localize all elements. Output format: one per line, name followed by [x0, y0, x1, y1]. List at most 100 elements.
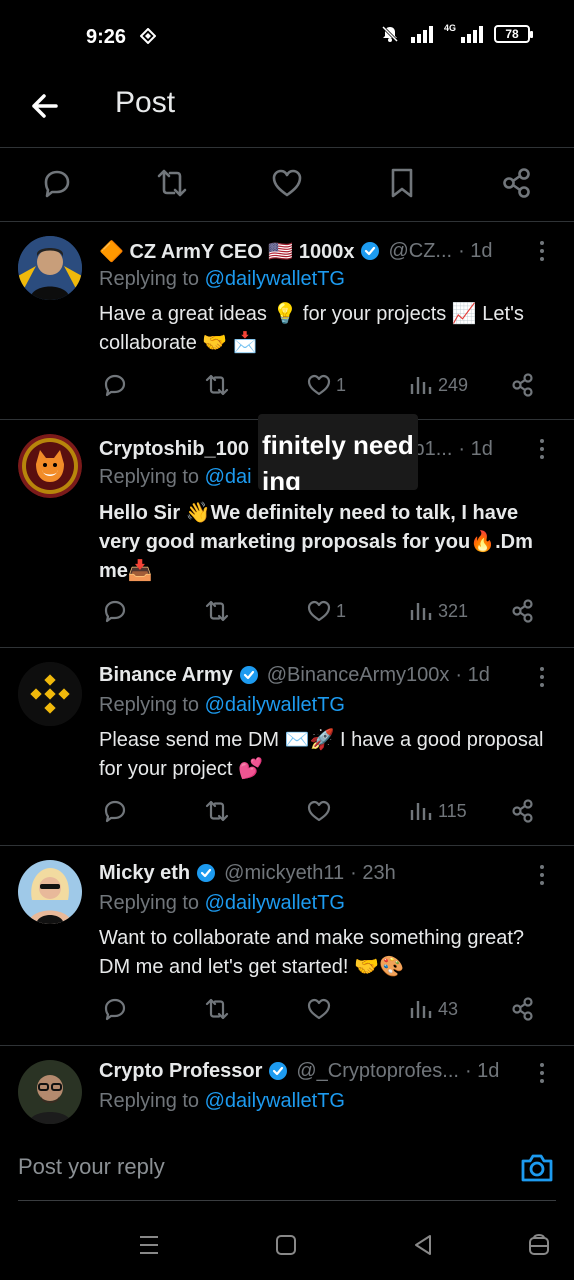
- views-icon: [410, 803, 432, 820]
- back-arrow-icon[interactable]: [26, 86, 66, 126]
- post-action-bar: [0, 148, 574, 222]
- display-name[interactable]: 🔶 CZ ArmY CEO 🇺🇸 1000x: [99, 239, 354, 264]
- network-type-label: 4G: [443, 23, 456, 33]
- handle[interactable]: @CZ...: [388, 240, 452, 263]
- camera-icon[interactable]: [520, 1152, 554, 1184]
- retweet-button[interactable]: [204, 798, 230, 824]
- display-name[interactable]: Micky eth: [99, 862, 190, 885]
- views-button[interactable]: 321: [408, 598, 468, 624]
- status-right: 4G 78: [380, 23, 533, 44]
- views-button[interactable]: 43: [408, 996, 458, 1022]
- accessibility-icon[interactable]: [526, 1232, 552, 1258]
- share-icon: [512, 373, 533, 397]
- reply-header: Micky eth @mickyeth11 · 23h: [99, 858, 530, 888]
- like-button[interactable]: 1: [306, 372, 346, 398]
- retweet-icon: [205, 998, 229, 1020]
- avatar[interactable]: [18, 236, 82, 300]
- diamond-icon: [140, 28, 156, 44]
- display-name[interactable]: Crypto Professor: [99, 1060, 262, 1083]
- menu-icon[interactable]: [136, 1232, 162, 1258]
- display-name[interactable]: Binance Army: [99, 664, 233, 687]
- share-button[interactable]: [510, 372, 536, 398]
- like-count: 1: [336, 600, 347, 621]
- replying-prefix: Replying to: [99, 268, 205, 290]
- avatar[interactable]: [18, 1060, 82, 1124]
- replying-to: Replying to @dailywalletTG: [99, 268, 345, 291]
- verified-badge-icon: [361, 242, 380, 260]
- mention-link[interactable]: @dailywalletTG: [205, 694, 345, 716]
- mention-link[interactable]: @dai: [205, 466, 252, 488]
- page-title: Post: [115, 86, 176, 119]
- more-options-icon[interactable]: [532, 236, 552, 266]
- view-count: 249: [438, 374, 469, 395]
- reply-item[interactable]: Crypto Professor @_Cryptoprofes... · 1d …: [0, 1046, 574, 1130]
- reply-actions: 1 249: [0, 372, 574, 406]
- reply-icon: [104, 600, 126, 623]
- reply-composer: [0, 1130, 574, 1202]
- avatar[interactable]: [18, 434, 82, 498]
- status-bar: 9:26 4G 78: [0, 0, 574, 72]
- more-options-icon[interactable]: [532, 860, 552, 890]
- like-button[interactable]: 1: [306, 598, 346, 624]
- retweet-button[interactable]: [204, 598, 230, 624]
- avatar[interactable]: [18, 662, 82, 726]
- retweet-icon: [205, 800, 229, 822]
- reply-icon[interactable]: [40, 166, 74, 200]
- retweet-button[interactable]: [204, 372, 230, 398]
- views-button[interactable]: 249: [408, 372, 468, 398]
- page-header: Post: [0, 72, 574, 148]
- retweet-icon[interactable]: [155, 166, 189, 200]
- avatar-image: [18, 860, 82, 924]
- reply-header: Crypto Professor @_Cryptoprofes... · 1d: [99, 1056, 530, 1086]
- composer-divider: [18, 1200, 556, 1201]
- share-button[interactable]: [510, 798, 536, 824]
- reply-input[interactable]: [18, 1150, 478, 1184]
- avatar[interactable]: [18, 860, 82, 924]
- like-button[interactable]: [306, 996, 336, 1022]
- share-button[interactable]: [510, 996, 536, 1022]
- handle[interactable]: @mickyeth11: [224, 862, 344, 885]
- like-icon: [307, 800, 331, 822]
- share-icon[interactable]: [500, 166, 534, 200]
- more-options-icon[interactable]: [532, 434, 552, 464]
- reply-button[interactable]: [102, 798, 128, 824]
- verified-badge-icon: [269, 1062, 288, 1080]
- like-icon: [307, 600, 331, 622]
- reply-header: 🔶 CZ ArmY CEO 🇺🇸 1000x @CZ... · 1d: [99, 236, 530, 266]
- mention-link[interactable]: @dailywalletTG: [205, 892, 345, 914]
- view-count: 115: [438, 800, 467, 821]
- like-icon[interactable]: [270, 166, 304, 200]
- replying-prefix: Replying to: [99, 1090, 205, 1112]
- reply-text: Hello Sir 👋We definitely need to talk, I…: [99, 502, 533, 582]
- handle[interactable]: @_Cryptoprofes...: [296, 1060, 459, 1083]
- reply-icon: [104, 374, 126, 397]
- timestamp: · 1d: [458, 437, 493, 460]
- reply-item[interactable]: Binance Army @BinanceArmy100x · 1d Reply…: [0, 648, 574, 846]
- reply-item[interactable]: 🔶 CZ ArmY CEO 🇺🇸 1000x @CZ... · 1d Reply…: [0, 222, 574, 420]
- timestamp: · 1d: [458, 239, 493, 262]
- like-icon: [307, 374, 331, 396]
- mention-link[interactable]: @dailywalletTG: [205, 1090, 345, 1112]
- handle[interactable]: @BinanceArmy100x: [267, 664, 450, 687]
- display-name[interactable]: Cryptoshib_100: [99, 438, 249, 461]
- home-icon[interactable]: [273, 1232, 299, 1258]
- bookmark-icon[interactable]: [385, 166, 419, 200]
- like-count: 1: [336, 374, 347, 395]
- mention-link[interactable]: @dailywalletTG: [205, 268, 345, 290]
- more-options-icon[interactable]: [532, 1058, 552, 1088]
- share-button[interactable]: [510, 598, 536, 624]
- views-button[interactable]: 115: [408, 798, 467, 824]
- verified-badge-icon: [197, 864, 216, 882]
- share-icon: [512, 997, 533, 1021]
- verified-badge-icon: [239, 666, 258, 684]
- reply-button[interactable]: [102, 598, 128, 624]
- timestamp: · 1d: [464, 1059, 500, 1082]
- reply-item[interactable]: Micky eth @mickyeth11 · 23h Replying to …: [0, 846, 574, 1046]
- reply-button[interactable]: [102, 372, 128, 398]
- back-icon[interactable]: [410, 1232, 436, 1258]
- like-button[interactable]: [306, 798, 336, 824]
- retweet-button[interactable]: [204, 996, 230, 1022]
- views-icon: [410, 603, 432, 620]
- more-options-icon[interactable]: [532, 662, 552, 692]
- reply-button[interactable]: [102, 996, 128, 1022]
